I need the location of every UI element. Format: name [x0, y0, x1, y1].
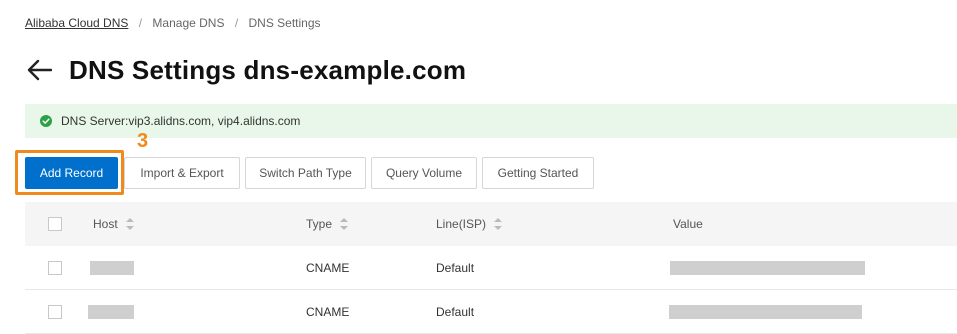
step-number-marker: 3: [137, 130, 149, 152]
breadcrumb-current: DNS Settings: [248, 16, 321, 30]
add-record-button[interactable]: Add Record: [25, 157, 118, 189]
column-header-host[interactable]: Host: [93, 202, 134, 246]
column-label-host: Host: [93, 217, 118, 231]
dns-records-table: Host Type Line(ISP) Value CNAME Default …: [25, 202, 957, 334]
row-checkbox[interactable]: [48, 260, 62, 275]
sort-icon[interactable]: [125, 218, 134, 230]
column-header-value: Value: [673, 202, 703, 246]
sort-icon[interactable]: [340, 218, 349, 230]
back-arrow-icon[interactable]: [25, 56, 53, 84]
switch-path-type-button[interactable]: Switch Path Type: [245, 157, 366, 189]
page-title: DNS Settings dns-example.com: [69, 54, 467, 85]
breadcrumb-link-alibaba-cloud-dns[interactable]: Alibaba Cloud DNS: [25, 16, 128, 30]
breadcrumb-separator: /: [234, 16, 239, 30]
host-value-redacted: [90, 260, 134, 275]
row-checkbox[interactable]: [48, 304, 62, 319]
success-check-icon: [40, 115, 52, 127]
record-value-redacted: [669, 304, 862, 319]
dns-server-text: DNS Server:vip3.alidns.com, vip4.alidns.…: [61, 114, 301, 128]
table-header: Host Type Line(ISP) Value: [25, 202, 957, 246]
title-row: DNS Settings dns-example.com: [25, 52, 466, 88]
column-header-line[interactable]: Line(ISP): [436, 202, 503, 246]
column-header-type[interactable]: Type: [306, 202, 349, 246]
select-all-cell: [48, 202, 62, 246]
record-line: Default: [436, 304, 475, 319]
table-row: CNAME Default: [25, 290, 957, 334]
breadcrumb-link-manage-dns[interactable]: Manage DNS: [152, 16, 224, 30]
column-label-value: Value: [673, 217, 703, 231]
breadcrumb-separator: /: [138, 16, 143, 30]
record-type: CNAME: [306, 260, 350, 275]
query-volume-button[interactable]: Query Volume: [371, 157, 477, 189]
sort-icon[interactable]: [494, 218, 503, 230]
column-label-line: Line(ISP): [436, 217, 487, 231]
breadcrumb: Alibaba Cloud DNS / Manage DNS / DNS Set…: [25, 16, 321, 30]
record-value-redacted: [670, 260, 865, 275]
column-label-type: Type: [306, 217, 333, 231]
import-export-button[interactable]: Import & Export: [124, 157, 240, 189]
getting-started-button[interactable]: Getting Started: [482, 157, 594, 189]
record-line: Default: [436, 260, 475, 275]
dns-server-alert: DNS Server:vip3.alidns.com, vip4.alidns.…: [25, 104, 957, 138]
host-value-redacted: [88, 304, 134, 319]
select-all-checkbox[interactable]: [48, 217, 62, 231]
record-type: CNAME: [306, 304, 350, 319]
table-row: CNAME Default: [25, 246, 957, 290]
